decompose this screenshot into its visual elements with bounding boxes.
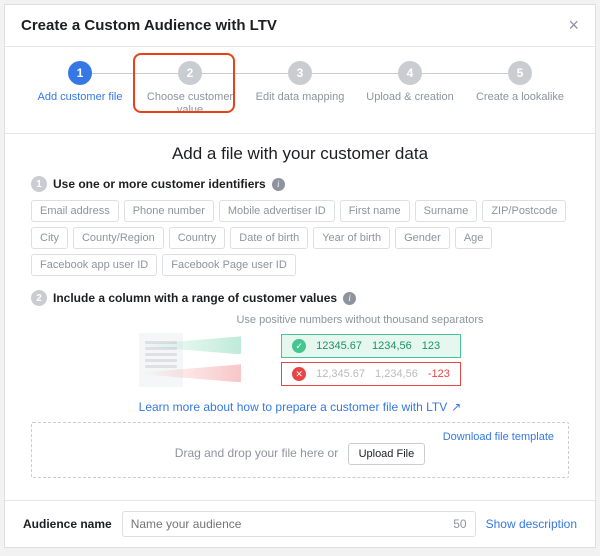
section-2-head: 2 Include a column with a range of custo… bbox=[31, 290, 569, 306]
section-1-head: 1 Use one or more customer identifiers i bbox=[31, 176, 569, 192]
example-hint: Use positive numbers without thousand se… bbox=[31, 314, 569, 326]
close-icon[interactable]: × bbox=[568, 15, 579, 36]
chip[interactable]: Year of birth bbox=[313, 227, 390, 249]
step-5[interactable]: 5 Create a lookalike bbox=[465, 61, 575, 104]
step-1[interactable]: 1 Add customer file bbox=[25, 61, 135, 104]
chip[interactable]: Facebook app user ID bbox=[31, 254, 157, 276]
step-3[interactable]: 3 Edit data mapping bbox=[245, 61, 355, 104]
csv-icon bbox=[139, 333, 183, 387]
chip[interactable]: ZIP/Postcode bbox=[482, 200, 566, 222]
dropzone[interactable]: Download file template Drag and drop you… bbox=[31, 422, 569, 478]
audience-name-field[interactable]: 50 bbox=[122, 511, 476, 537]
modal: Create a Custom Audience with LTV × 1 Ad… bbox=[4, 4, 596, 548]
info-icon[interactable]: i bbox=[272, 178, 285, 191]
info-icon[interactable]: i bbox=[343, 292, 356, 305]
chip[interactable]: First name bbox=[340, 200, 410, 222]
step-4[interactable]: 4 Upload & creation bbox=[355, 61, 465, 104]
learn-more-link[interactable]: Learn more about how to prepare a custom… bbox=[31, 400, 569, 414]
step-circle-1: 1 bbox=[68, 61, 92, 85]
chip[interactable]: Country bbox=[169, 227, 226, 249]
chip[interactable]: City bbox=[31, 227, 68, 249]
footer: Audience name 50 Show description bbox=[5, 500, 595, 547]
identifier-chips: Email address Phone number Mobile advert… bbox=[31, 200, 569, 276]
external-link-icon: ↗ bbox=[451, 400, 461, 414]
x-icon: ✕ bbox=[292, 367, 306, 381]
step-circle-4: 4 bbox=[398, 61, 422, 85]
check-icon: ✓ bbox=[292, 339, 306, 353]
chip[interactable]: Mobile advertiser ID bbox=[219, 200, 335, 222]
download-template-link[interactable]: Download file template bbox=[443, 431, 554, 443]
step-2[interactable]: 2 Choose customer value bbox=[135, 61, 245, 117]
chip[interactable]: County/Region bbox=[73, 227, 164, 249]
content: Add a file with your customer data 1 Use… bbox=[5, 134, 595, 500]
content-title: Add a file with your customer data bbox=[31, 144, 569, 164]
badge-1: 1 bbox=[31, 176, 47, 192]
badge-2: 2 bbox=[31, 290, 47, 306]
bad-example: ✕ 12,345.67 1,234,56 -123 bbox=[281, 362, 461, 386]
chip[interactable]: Facebook Page user ID bbox=[162, 254, 296, 276]
drop-text: Drag and drop your file here or bbox=[175, 446, 338, 460]
char-limit: 50 bbox=[453, 517, 466, 531]
show-description-link[interactable]: Show description bbox=[486, 517, 577, 531]
good-example: ✓ 12345.67 1234,56 123 bbox=[281, 334, 461, 358]
modal-header: Create a Custom Audience with LTV × bbox=[5, 5, 595, 47]
chip[interactable]: Date of birth bbox=[230, 227, 308, 249]
audience-name-input[interactable] bbox=[131, 517, 454, 531]
step-circle-5: 5 bbox=[508, 61, 532, 85]
step-circle-2: 2 bbox=[178, 61, 202, 85]
stepper: 1 Add customer file 2 Choose customer va… bbox=[5, 47, 595, 133]
chip[interactable]: Surname bbox=[415, 200, 478, 222]
chip[interactable]: Age bbox=[455, 227, 493, 249]
step-circle-3: 3 bbox=[288, 61, 312, 85]
chip[interactable]: Gender bbox=[395, 227, 450, 249]
chip[interactable]: Phone number bbox=[124, 200, 214, 222]
chip[interactable]: Email address bbox=[31, 200, 119, 222]
audience-name-label: Audience name bbox=[23, 517, 112, 531]
example-block: Use positive numbers without thousand se… bbox=[31, 314, 569, 390]
upload-file-button[interactable]: Upload File bbox=[348, 443, 426, 465]
modal-title: Create a Custom Audience with LTV bbox=[21, 17, 277, 34]
